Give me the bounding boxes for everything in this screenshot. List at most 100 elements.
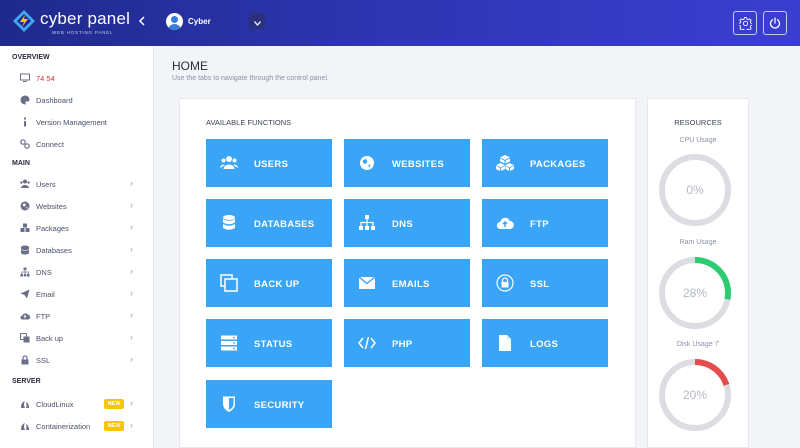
- sidebar-item-label: Back up: [36, 334, 64, 343]
- function-php-button[interactable]: PHP: [344, 319, 470, 367]
- cubes-icon: [20, 223, 30, 232]
- sidebar-item-dns[interactable]: DNS ›: [0, 262, 154, 282]
- chevron-left-icon: [138, 16, 145, 26]
- sidebar-item-label: Websites: [36, 202, 67, 211]
- function-label: FTP: [530, 219, 549, 230]
- cloudlinux-icon: [21, 401, 29, 408]
- function-label: PHP: [392, 339, 413, 350]
- sidebar-item-label: Connect: [36, 140, 64, 149]
- settings-button[interactable]: [733, 11, 757, 35]
- function-security-button[interactable]: SECURITY: [206, 380, 332, 428]
- sidebar-item-label: Dashboard: [36, 96, 73, 105]
- chevron-right-icon: ›: [130, 354, 133, 364]
- chevron-right-icon: ›: [130, 222, 133, 232]
- cubes-icon: [496, 155, 514, 171]
- sidebar-item-databases[interactable]: Databases ›: [0, 240, 154, 260]
- server-icon: [221, 335, 237, 351]
- function-packages-button[interactable]: PACKAGES: [482, 139, 608, 187]
- palette-icon: [20, 95, 30, 105]
- link-icon: [20, 139, 30, 149]
- chevron-right-icon: ›: [130, 178, 133, 188]
- chevron-right-icon: ›: [130, 310, 133, 320]
- lock-icon: [21, 355, 29, 365]
- sidebar-item-backup[interactable]: Back up ›: [0, 328, 154, 348]
- info-icon: [24, 117, 26, 127]
- sidebar-item-cloudlinux[interactable]: CloudLinux NEW ›: [0, 394, 154, 414]
- sidebar: OVERVIEW 74 54 Dashboard Version Managem…: [0, 46, 154, 448]
- function-label: LOGS: [530, 339, 559, 350]
- sidebar-item-label: Email: [36, 290, 55, 299]
- function-ftp-button[interactable]: FTP: [482, 199, 608, 247]
- sidebar-item-ftp[interactable]: FTP ›: [0, 306, 154, 326]
- disk-usage-label: Disk Usage '/': [676, 341, 720, 348]
- disk-usage-value: 20%: [682, 388, 708, 402]
- sidebar-item-ssl[interactable]: SSL ›: [0, 350, 154, 370]
- username[interactable]: Cyber: [188, 17, 211, 26]
- function-websites-button[interactable]: WEBSITES: [344, 139, 470, 187]
- sidebar-item-connect[interactable]: Connect: [0, 134, 154, 154]
- send-icon: [20, 289, 30, 299]
- function-label: EMAILS: [392, 279, 430, 290]
- function-label: DNS: [392, 219, 413, 230]
- chevron-right-icon: ›: [130, 266, 133, 276]
- copy-icon: [220, 274, 238, 292]
- sidebar-item-label: Version Management: [36, 118, 107, 127]
- function-status-button[interactable]: STATUS: [206, 319, 332, 367]
- shield-icon: [223, 396, 235, 412]
- sidebar-item-version-management[interactable]: Version Management: [0, 112, 154, 132]
- envelope-icon: [358, 276, 376, 289]
- function-users-button[interactable]: USERS: [206, 139, 332, 187]
- sidebar-item-server-ip[interactable]: 74 54: [0, 68, 154, 88]
- function-dns-button[interactable]: DNS: [344, 199, 470, 247]
- chevron-right-icon: ›: [130, 398, 133, 408]
- function-label: SECURITY: [254, 400, 305, 411]
- cloud-upload-icon: [496, 217, 514, 230]
- ram-usage-value: 28%: [682, 286, 708, 300]
- users-icon: [220, 156, 238, 169]
- function-databases-button[interactable]: DATABASES: [206, 199, 332, 247]
- function-ssl-button[interactable]: SSL: [482, 259, 608, 307]
- user-dropdown-button[interactable]: [249, 13, 265, 29]
- file-icon: [499, 335, 511, 351]
- chevron-right-icon: ›: [130, 288, 133, 298]
- container-icon: [21, 423, 29, 430]
- sitemap-icon: [359, 215, 375, 230]
- function-label: WEBSITES: [392, 159, 445, 170]
- cpu-usage-label: CPU Usage: [679, 137, 717, 144]
- chevron-right-icon: ›: [130, 420, 133, 430]
- gear-icon: [738, 16, 752, 30]
- function-label: DATABASES: [254, 219, 315, 230]
- function-label: SSL: [530, 279, 550, 290]
- function-emails-button[interactable]: EMAILS: [344, 259, 470, 307]
- monitor-icon: [20, 73, 30, 82]
- sidebar-item-email[interactable]: Email ›: [0, 284, 154, 304]
- sidebar-section-server: SERVER: [12, 378, 41, 385]
- resources-title: RESOURCES: [674, 118, 722, 127]
- sidebar-item-websites[interactable]: Websites ›: [0, 196, 154, 216]
- page-title: HOME: [172, 59, 208, 73]
- top-bar: cyber panel WEB HOSTING PANEL Cyber: [0, 0, 800, 46]
- power-icon: [769, 17, 781, 29]
- logout-button[interactable]: [763, 11, 787, 35]
- sidebar-section-main: MAIN: [12, 160, 30, 167]
- sidebar-item-label: CloudLinux: [36, 400, 74, 409]
- chevron-right-icon: ›: [130, 332, 133, 342]
- new-badge: NEW: [104, 399, 124, 409]
- cyberpanel-logo-icon[interactable]: [12, 9, 36, 33]
- user-avatar-icon[interactable]: [166, 13, 183, 30]
- sidebar-item-label: DNS: [36, 268, 52, 277]
- chevron-right-icon: ›: [130, 244, 133, 254]
- code-icon: [358, 336, 376, 350]
- sidebar-item-users[interactable]: Users ›: [0, 174, 154, 194]
- users-icon: [20, 179, 30, 188]
- sitemap-icon: [20, 267, 30, 277]
- sidebar-collapse-button[interactable]: [138, 14, 146, 29]
- page-subtitle: Use the tabs to navigate through the con…: [172, 75, 329, 82]
- sidebar-item-dashboard[interactable]: Dashboard: [0, 90, 154, 110]
- function-backup-button[interactable]: BACK UP: [206, 259, 332, 307]
- function-logs-button[interactable]: LOGS: [482, 319, 608, 367]
- sidebar-item-packages[interactable]: Packages ›: [0, 218, 154, 238]
- database-icon: [20, 245, 30, 255]
- sidebar-item-containerization[interactable]: Containerization NEW ›: [0, 416, 154, 436]
- functions-panel: AVAILABLE FUNCTIONS USERS WEBSITES PACKA…: [179, 98, 636, 448]
